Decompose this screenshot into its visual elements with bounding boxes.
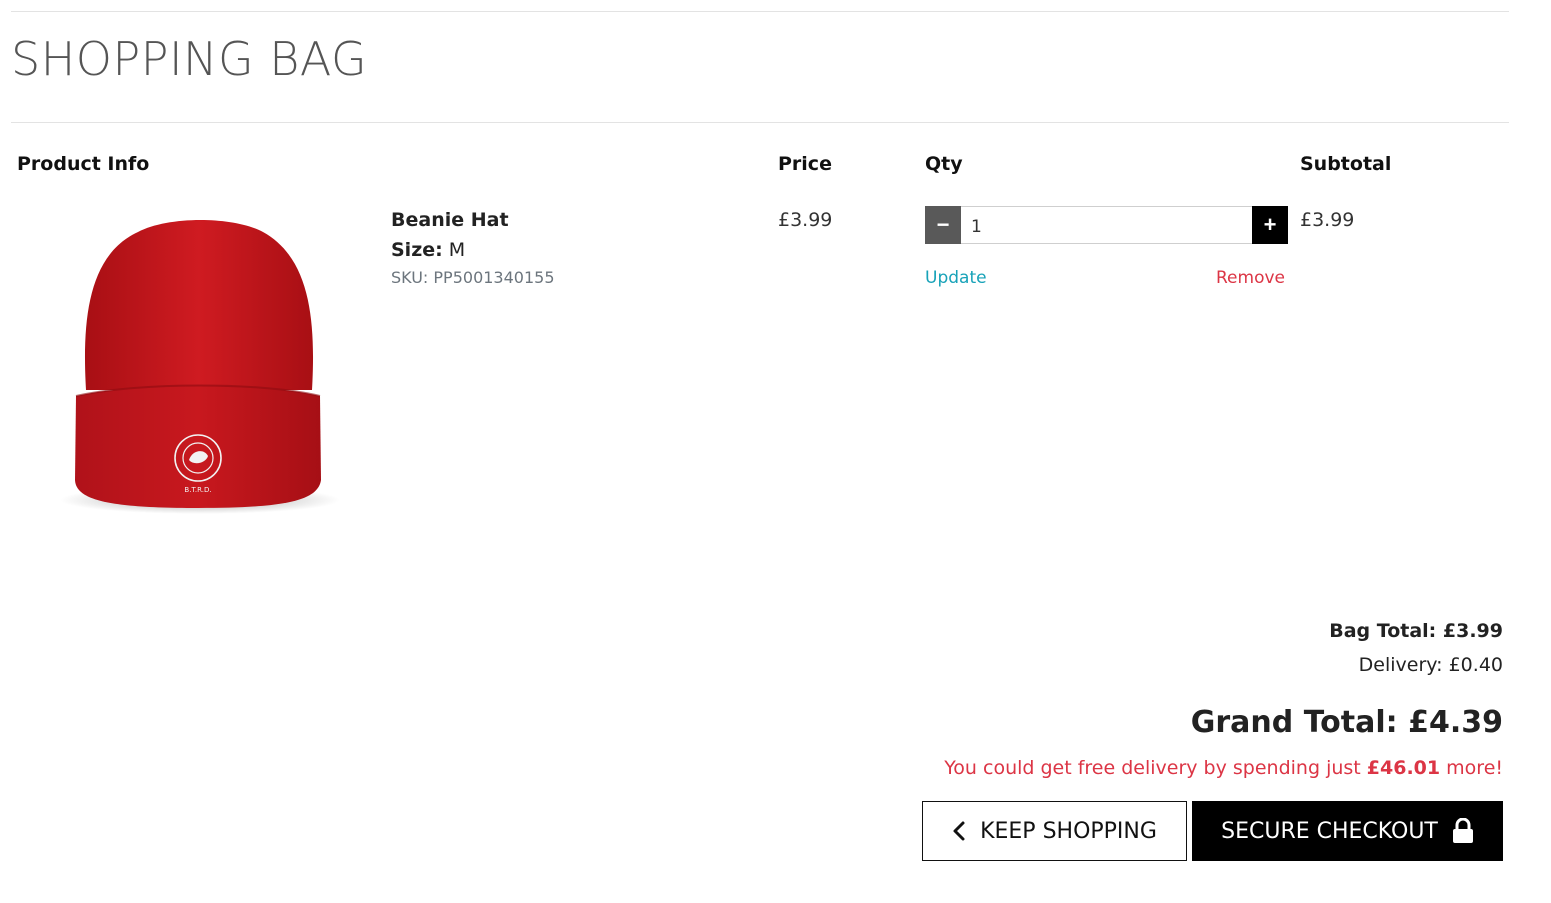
free-delivery-notice: You could get free delivery by spending … <box>944 757 1503 779</box>
decrease-qty-button[interactable]: − <box>925 206 961 244</box>
bag-total: Bag Total: £3.99 <box>1329 620 1503 642</box>
free-delivery-amount: £46.01 <box>1366 757 1441 779</box>
chevron-left-icon <box>953 821 965 841</box>
column-header-price: Price <box>778 153 832 175</box>
column-header-product: Product Info <box>17 153 150 175</box>
keep-shopping-label: KEEP SHOPPING <box>980 818 1157 844</box>
product-size: Size: M <box>391 239 465 261</box>
keep-shopping-button[interactable]: KEEP SHOPPING <box>922 801 1187 861</box>
product-sku: SKU: PP5001340155 <box>391 268 555 287</box>
svg-text:B.T.R.D.: B.T.R.D. <box>184 486 211 494</box>
free-delivery-suffix: more! <box>1440 757 1503 779</box>
top-divider <box>11 11 1509 12</box>
product-size-label: Size: <box>391 239 443 261</box>
header-divider <box>11 122 1509 123</box>
free-delivery-prefix: You could get free delivery by spending … <box>944 757 1367 779</box>
secure-checkout-label: SECURE CHECKOUT <box>1221 818 1438 844</box>
quantity-input[interactable] <box>961 206 1252 244</box>
remove-link[interactable]: Remove <box>1216 268 1285 288</box>
delivery-cost: Delivery: £0.40 <box>1358 654 1503 676</box>
quantity-stepper: − + <box>925 206 1288 244</box>
grand-total: Grand Total: £4.39 <box>1190 705 1503 740</box>
plus-icon: + <box>1263 212 1277 237</box>
product-image: B.T.R.D. <box>48 200 358 540</box>
product-subtotal: £3.99 <box>1300 209 1355 231</box>
page-title: SHOPPING BAG <box>11 32 368 86</box>
product-size-value: M <box>448 239 466 261</box>
secure-checkout-button[interactable]: SECURE CHECKOUT <box>1192 801 1503 861</box>
column-header-qty: Qty <box>925 153 963 175</box>
update-link[interactable]: Update <box>925 268 987 288</box>
product-price: £3.99 <box>778 209 833 231</box>
increase-qty-button[interactable]: + <box>1252 206 1288 244</box>
product-name: Beanie Hat <box>391 209 509 231</box>
column-header-subtotal: Subtotal <box>1300 153 1392 175</box>
minus-icon: − <box>936 212 950 237</box>
lock-icon <box>1452 818 1473 843</box>
